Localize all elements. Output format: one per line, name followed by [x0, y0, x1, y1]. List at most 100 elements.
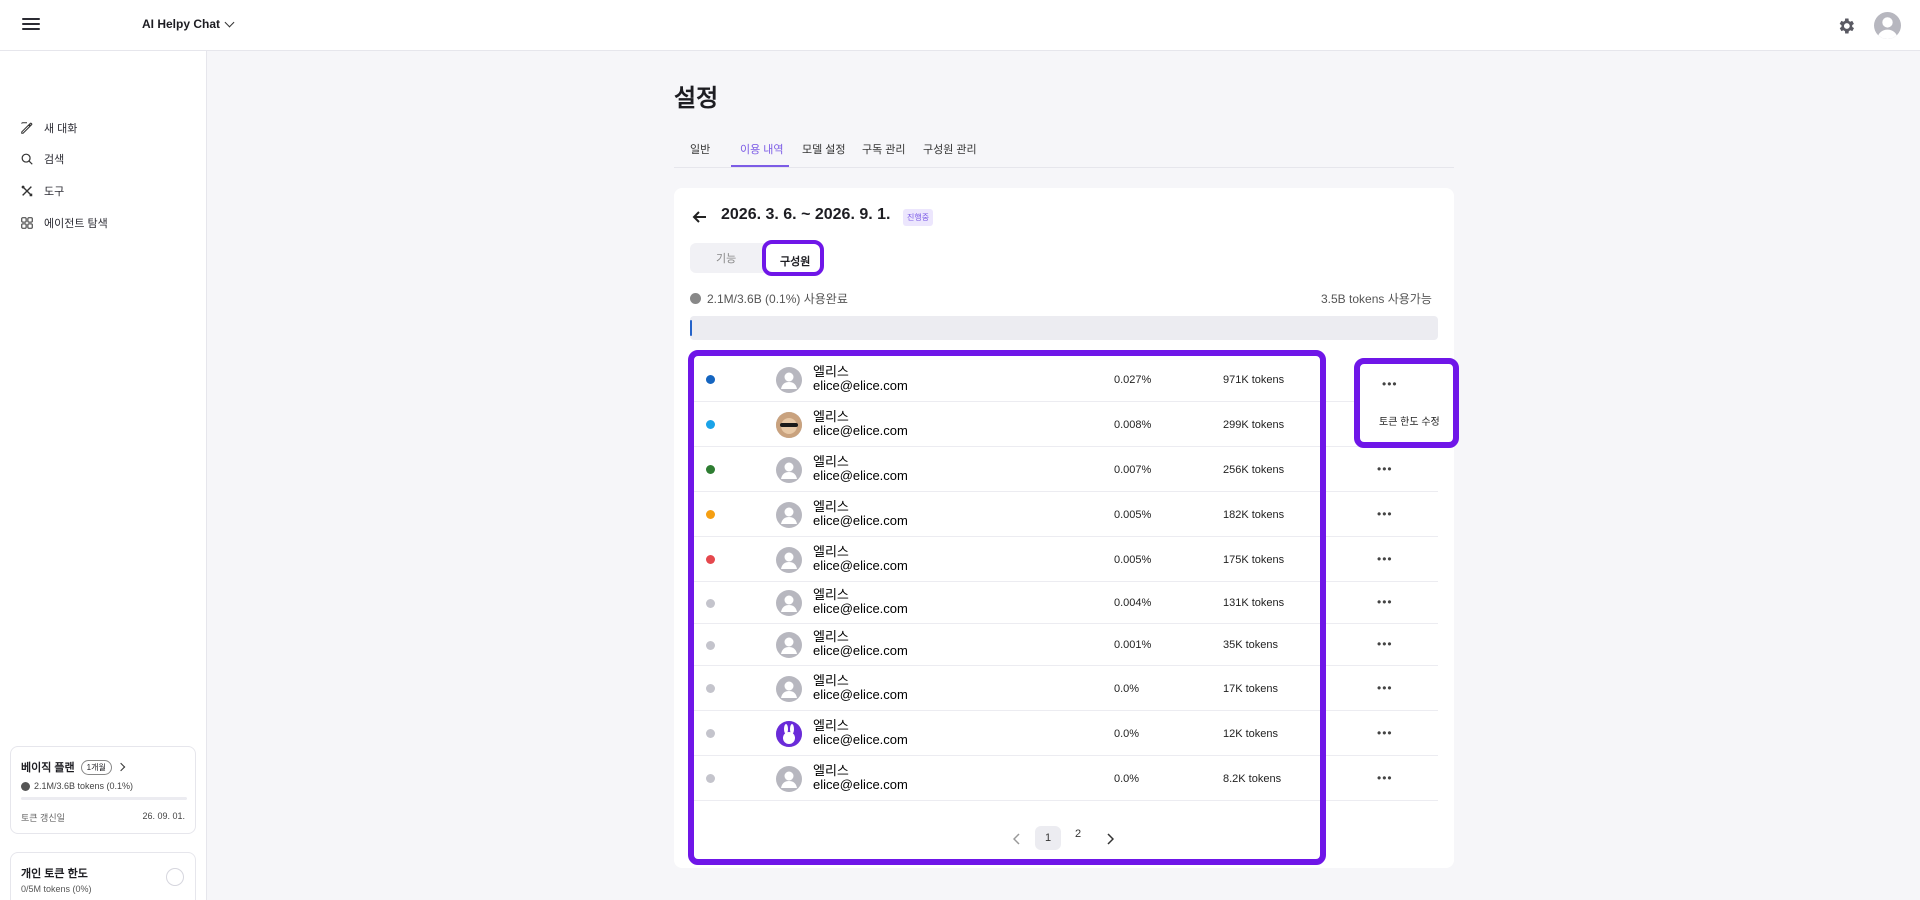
- member-usage-tokens: 17K tokens: [1223, 682, 1279, 695]
- plan-renew-date: 26. 09. 01.: [142, 811, 185, 821]
- member-avatar: [776, 501, 802, 528]
- member-usage-tokens: 175K tokens: [1223, 553, 1285, 566]
- member-usage-tokens: 971K tokens: [1223, 373, 1285, 386]
- coin-icon: [690, 293, 701, 304]
- member-avatar: [776, 411, 802, 438]
- member-email: elice@elice.com: [813, 557, 908, 573]
- member-email: elice@elice.com: [813, 512, 908, 528]
- member-avatar: [776, 720, 802, 747]
- chevron-right-icon[interactable]: [1106, 833, 1114, 845]
- sidebar-item-tools[interactable]: 도구: [20, 180, 64, 202]
- table-row: 엘리스 elice@elice.com 0.001% 35K tokens •••: [690, 624, 1438, 666]
- tab-model-settings[interactable]: 모델 설정: [802, 141, 846, 157]
- segment-members[interactable]: 구성원: [762, 240, 824, 276]
- member-usage-percent: 0.0%: [1114, 772, 1140, 785]
- member-usage-tokens: 256K tokens: [1223, 463, 1285, 476]
- plan-name: 베이직 플랜: [21, 762, 75, 774]
- member-usage-tokens: 35K tokens: [1223, 639, 1279, 651]
- member-color-dot: [706, 420, 715, 429]
- member-color-dot: [706, 598, 715, 608]
- coin-icon: [21, 781, 30, 791]
- usage-used-text: 2.1M/3.6B (0.1%) 사용완료: [707, 292, 848, 306]
- sidebar-item-label: 새 대화: [44, 123, 78, 135]
- gear-icon[interactable]: [1836, 16, 1856, 36]
- more-options-button[interactable]: •••: [1377, 462, 1393, 476]
- member-color-dot: [706, 555, 715, 564]
- more-options-button[interactable]: •••: [1377, 681, 1393, 695]
- tab-usage[interactable]: 이용 내역: [740, 141, 784, 157]
- sidebar-item-label: 도구: [44, 186, 65, 198]
- user-avatar[interactable]: [1874, 12, 1901, 39]
- plan-tokens-text: 2.1M/3.6B tokens (0.1%): [34, 781, 134, 791]
- plan-renew-label: 토큰 갱신일: [21, 813, 65, 823]
- plan-title-link[interactable]: 베이직 플랜 1개월: [21, 759, 126, 775]
- page-2-button[interactable]: 2: [1075, 828, 1081, 840]
- grid-icon: [21, 217, 33, 229]
- member-avatar: [776, 632, 802, 658]
- member-usage-percent: 0.007%: [1114, 463, 1152, 476]
- sidebar-item-label: 에이전트 탐색: [44, 218, 108, 230]
- member-usage-tokens: 8.2K tokens: [1223, 772, 1282, 785]
- member-email: elice@elice.com: [813, 686, 908, 702]
- member-usage-percent: 0.008%: [1114, 418, 1152, 431]
- chevron-left-icon[interactable]: [1013, 833, 1021, 845]
- member-usage-tokens: 182K tokens: [1223, 508, 1285, 521]
- back-arrow-icon[interactable]: [690, 207, 710, 227]
- member-usage-percent: 0.001%: [1114, 639, 1152, 651]
- menu-icon[interactable]: [22, 16, 40, 34]
- member-usage-percent: 0.0%: [1114, 727, 1140, 740]
- limit-value: 0/5M tokens (0%): [21, 884, 92, 894]
- member-usage-tokens: 299K tokens: [1223, 418, 1285, 431]
- more-options-button[interactable]: •••: [1377, 595, 1393, 609]
- member-color-dot: [706, 640, 715, 650]
- member-name: 엘리스: [813, 673, 849, 689]
- more-options-button[interactable]: •••: [1377, 552, 1393, 566]
- member-color-dot: [706, 774, 715, 783]
- page-1-button[interactable]: 1: [1035, 826, 1061, 850]
- table-row: 엘리스 elice@elice.com 0.008% 299K tokens: [690, 402, 1438, 447]
- app-switcher[interactable]: AI Helpy Chat: [142, 17, 235, 31]
- table-row: 엘리스 elice@elice.com 0.0% 12K tokens •••: [690, 711, 1438, 756]
- member-email: elice@elice.com: [813, 377, 908, 393]
- tab-subscription[interactable]: 구독 관리: [862, 141, 906, 157]
- edit-token-limit-item[interactable]: 토큰 한도 수정: [1379, 413, 1440, 428]
- member-color-dot: [706, 465, 715, 474]
- member-email: elice@elice.com: [813, 422, 908, 438]
- member-avatar: [776, 366, 802, 393]
- member-avatar: [776, 456, 802, 483]
- member-usage-tokens: 131K tokens: [1223, 597, 1285, 609]
- table-row: 엘리스 elice@elice.com 0.0% 8.2K tokens •••: [690, 756, 1438, 801]
- member-color-dot: [706, 510, 715, 519]
- member-color-dot: [706, 684, 715, 693]
- table-row: 엘리스 elice@elice.com 0.005% 182K tokens •••: [690, 492, 1438, 537]
- tab-members[interactable]: 구성원 관리: [923, 141, 977, 157]
- member-name: 엘리스: [813, 763, 849, 779]
- sidebar-item-agents[interactable]: 에이전트 탐색: [20, 212, 108, 234]
- member-name: 엘리스: [813, 718, 849, 734]
- more-options-button[interactable]: •••: [1377, 507, 1393, 521]
- segment-feature[interactable]: 기능: [716, 250, 736, 266]
- token-limit-card[interactable]: 개인 토큰 한도 0/5M tokens (0%): [10, 852, 196, 900]
- member-usage-percent: 0.027%: [1114, 373, 1152, 386]
- chevron-down-icon: [224, 17, 235, 27]
- plan-card: 베이직 플랜 1개월 2.1M/3.6B tokens (0.1%) 토큰 갱신…: [10, 746, 196, 834]
- member-email: elice@elice.com: [813, 643, 908, 658]
- settings-tabs: 일반 이용 내역 모델 설정 구독 관리 구성원 관리: [674, 131, 1454, 168]
- sidebar: 새 대화 검색 도구 에이전트 탐색 베이직 플랜 1개월 2.1M/3.6B …: [0, 51, 207, 900]
- page-title: 설정: [674, 85, 719, 112]
- tab-general[interactable]: 일반: [690, 141, 710, 157]
- status-badge: 진행중: [903, 209, 934, 226]
- sidebar-item-new-chat[interactable]: 새 대화: [20, 117, 77, 139]
- more-options-button[interactable]: •••: [1377, 637, 1393, 651]
- row-action-menu: ••• 토큰 한도 수정: [1354, 358, 1459, 448]
- more-options-button[interactable]: •••: [1377, 771, 1393, 785]
- more-options-button[interactable]: •••: [1382, 377, 1398, 391]
- tools-icon: [21, 185, 33, 197]
- member-email: elice@elice.com: [813, 467, 908, 483]
- usage-progress-bar: [690, 316, 1438, 340]
- member-name: 엘리스: [813, 364, 849, 380]
- edit-icon: [21, 122, 33, 134]
- sidebar-item-search[interactable]: 검색: [20, 148, 64, 170]
- member-color-dot: [706, 729, 715, 738]
- more-options-button[interactable]: •••: [1377, 726, 1393, 740]
